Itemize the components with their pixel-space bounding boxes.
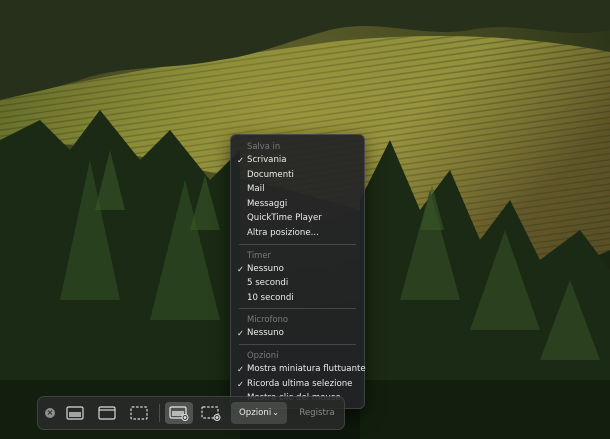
menu-item[interactable]: Documenti [231, 168, 364, 183]
menu-item[interactable]: QuickTime Player [231, 211, 364, 226]
screenshot-toolbar: × Opzioni⌄ Registra [37, 396, 345, 430]
record-selection-icon [201, 405, 221, 421]
record-entire-screen-button[interactable] [165, 402, 193, 424]
capture-selection-button[interactable] [126, 402, 152, 424]
menu-item-label: 10 secondi [247, 292, 294, 303]
menu-item-label: 5 secondi [247, 278, 289, 289]
capture-window-icon [98, 406, 116, 420]
menu-section-header: Microfono [247, 314, 289, 325]
menu-item-label: QuickTime Player [247, 213, 322, 224]
menu-item[interactable]: Messaggi [231, 197, 364, 212]
checkmark-icon: ✓ [237, 363, 245, 374]
menu-item[interactable]: Mail [231, 182, 364, 197]
capture-entire-screen-button[interactable] [62, 402, 88, 424]
menu-separator [239, 243, 356, 245]
capture-entire-screen-icon [66, 406, 84, 420]
menu-item[interactable]: ✓ Scrivania [231, 153, 364, 168]
menu-item[interactable]: 5 secondi [231, 276, 364, 291]
menu-item-label: Scrivania [247, 155, 287, 165]
capture-selection-icon [130, 406, 148, 420]
menu-separator [239, 343, 356, 345]
menu-item-label: Ricorda ultima selezione [247, 378, 353, 389]
options-label: Opzioni [239, 408, 272, 418]
record-entire-screen-icon [169, 405, 189, 421]
menu-item-label: Mostra miniatura fluttuante [247, 363, 366, 374]
screenshot-options-menu: Salva in ✓ Scrivania Documenti Mail Messaggi Q… [230, 134, 366, 409]
close-icon[interactable]: × [45, 408, 55, 418]
menu-item[interactable]: 10 secondi [231, 291, 364, 306]
menu-item-label: Mail [247, 184, 265, 195]
menu-separator [239, 308, 356, 310]
menu-item[interactable]: ✓ Ricorda ultima selezione [231, 377, 364, 392]
menu-section-header: Salva in [247, 141, 281, 151]
toolbar-divider [159, 404, 160, 422]
checkmark-icon: ✓ [237, 378, 245, 389]
record-button[interactable]: Registra [292, 402, 342, 424]
checkmark-icon: ✓ [237, 155, 245, 165]
menu-item-label: Nessuno [247, 263, 284, 274]
record-selection-button[interactable] [197, 402, 225, 424]
menu-item-label: Messaggi [247, 198, 288, 209]
menu-item[interactable]: Altra posizione... [231, 226, 364, 241]
menu-item[interactable]: ✓ Mostra miniatura fluttuante [231, 362, 366, 377]
menu-section-header: Timer [247, 249, 271, 260]
menu-item-label: Altra posizione... [247, 227, 319, 238]
capture-window-button[interactable] [94, 402, 120, 424]
menu-item[interactable]: ✓ Nessuno [231, 262, 364, 277]
menu-item-label: Documenti [247, 169, 294, 180]
menu-section-header: Opzioni [247, 349, 279, 360]
menu-item-label: Nessuno [247, 328, 284, 339]
checkmark-icon: ✓ [237, 263, 245, 274]
menu-item[interactable]: ✓ Nessuno [231, 326, 364, 341]
options-button[interactable]: Opzioni⌄ [231, 402, 287, 424]
checkmark-icon: ✓ [237, 328, 245, 339]
chevron-down-icon: ⌄ [272, 408, 279, 417]
